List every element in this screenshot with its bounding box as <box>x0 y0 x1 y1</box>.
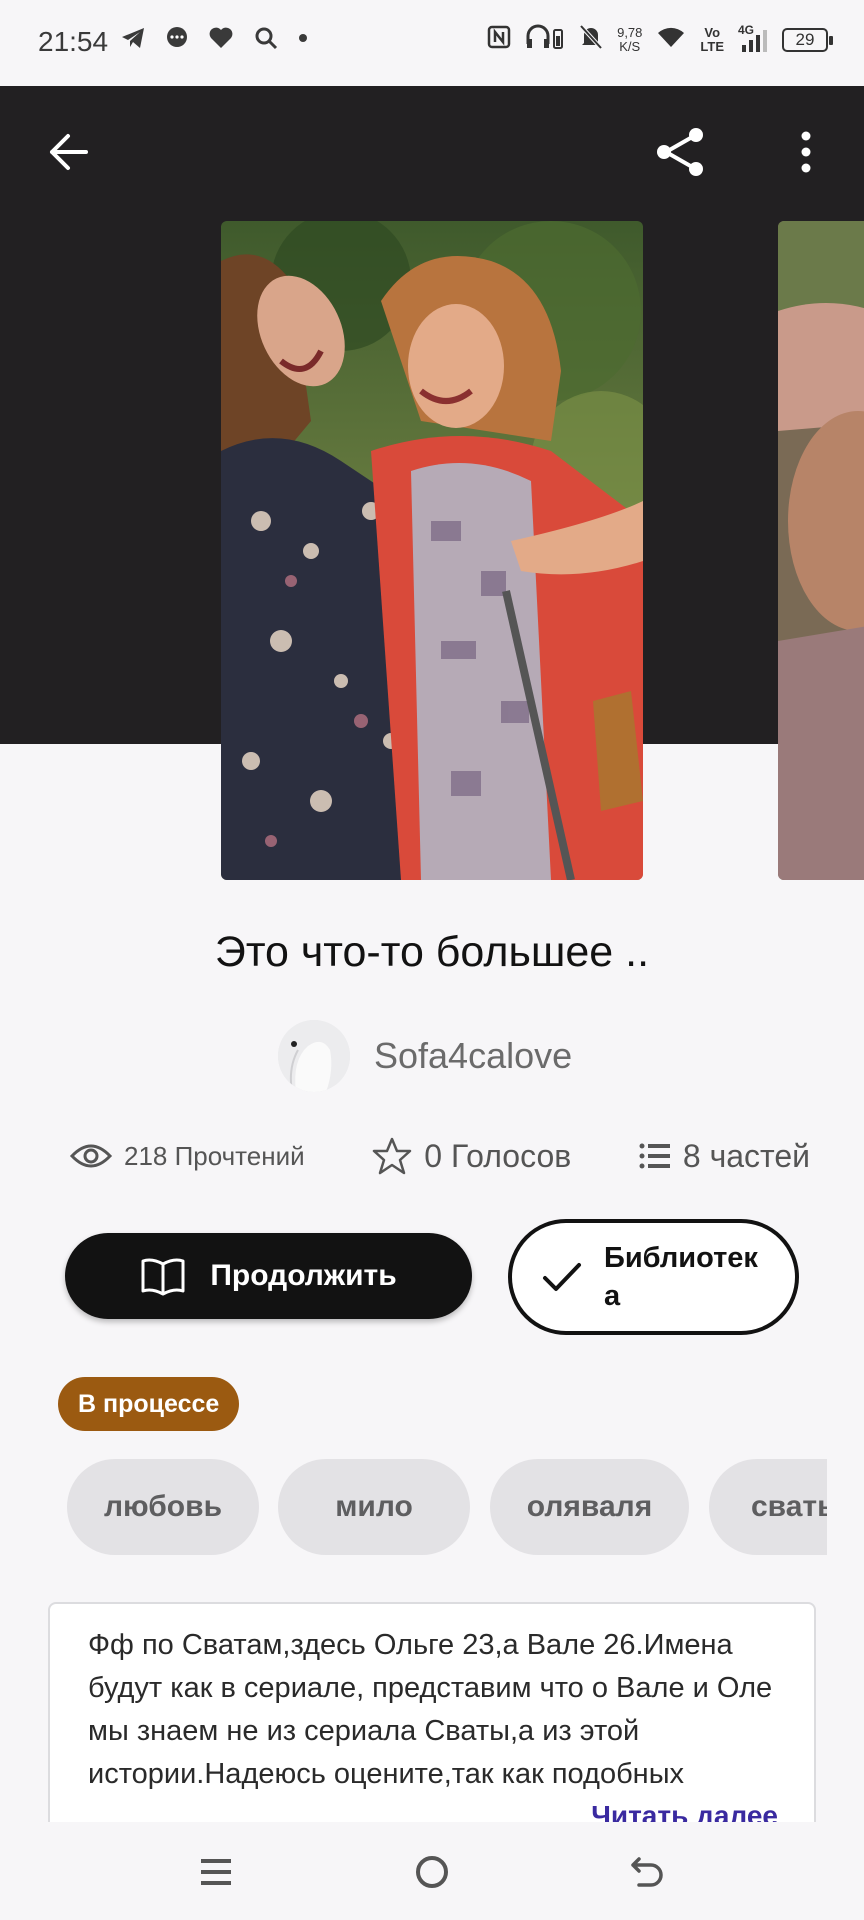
back-nav-button[interactable] <box>618 1842 678 1902</box>
avatar-image <box>278 1020 350 1092</box>
share-icon <box>657 128 703 176</box>
signal-icon: 4G <box>738 23 768 53</box>
arrow-left-icon <box>50 134 88 170</box>
status-system-icons: 9,78 K/S Vo LTE 4G 29 <box>487 23 833 56</box>
telegram-icon <box>120 26 165 56</box>
heart-icon <box>208 26 253 56</box>
more-vertical-icon <box>801 131 811 173</box>
battery-icon: 29 <box>782 28 833 52</box>
volte-top: Vo <box>704 25 721 40</box>
status-badge: В процессе <box>58 1377 240 1431</box>
description-text: Фф по Сватам,здесь Ольге 23,а Вале 26.Им… <box>88 1629 773 1790</box>
eye-icon <box>70 1144 112 1168</box>
votes-stat: 0 Голосов <box>372 1136 571 1176</box>
tags-row: любовь мило оляваля сваты <box>67 1459 827 1555</box>
star-icon <box>373 1137 412 1175</box>
continue-reading-button[interactable]: Продолжить <box>65 1233 472 1319</box>
system-navigation-bar <box>0 1822 864 1920</box>
menu-icon <box>201 1859 231 1885</box>
checkmark-icon <box>543 1263 581 1291</box>
cover-photo-2 <box>778 221 864 880</box>
next-cover-image[interactable] <box>778 221 864 880</box>
votes-count: 0 Голосов <box>424 1137 572 1174</box>
back-arrow-icon <box>631 1857 663 1887</box>
open-book-icon <box>141 1258 185 1296</box>
parts-count: 8 частей <box>682 1137 810 1174</box>
cover-photo <box>221 221 643 880</box>
status-bar: 21:54 9,78 K/S Vo LTE 4G 29 <box>0 0 864 86</box>
story-cover-image[interactable] <box>221 221 643 880</box>
mute-bell-icon <box>579 24 603 56</box>
volte-indicator: Vo LTE <box>700 26 724 54</box>
dot-icon <box>297 26 309 56</box>
status-notification-icons <box>120 26 309 57</box>
description-card: Фф по Сватам,здесь Ольге 23,а Вале 26.Им… <box>48 1602 816 1832</box>
reads-stat: 218 Прочтений <box>70 1141 305 1172</box>
library-label: Библиотека <box>604 1242 758 1312</box>
nfc-icon <box>487 25 511 55</box>
tag-chip[interactable]: любовь <box>67 1459 259 1555</box>
home-circle-icon <box>416 1856 448 1888</box>
list-icon <box>639 1143 670 1169</box>
tag-chip[interactable]: сваты <box>709 1459 827 1555</box>
network-speed: 9,78 K/S <box>617 26 642 54</box>
continue-label: Продолжить <box>210 1259 397 1292</box>
reads-count: 218 Прочтений <box>124 1140 305 1171</box>
parts-stat[interactable]: 8 частей <box>639 1138 810 1175</box>
home-button[interactable] <box>402 1842 462 1902</box>
back-button[interactable] <box>36 120 100 184</box>
volte-bottom: LTE <box>700 39 724 54</box>
tag-chip[interactable]: оляваля <box>490 1459 689 1555</box>
wifi-icon <box>656 25 686 55</box>
search-icon <box>254 26 297 56</box>
network-speed-unit: K/S <box>619 39 641 54</box>
story-title: Это что-то большее .. <box>214 928 650 976</box>
headphones-battery-icon <box>525 24 565 56</box>
status-time: 21:54 <box>38 26 109 57</box>
avatar <box>278 1020 350 1092</box>
chat-icon <box>165 26 208 56</box>
share-button[interactable] <box>648 120 712 184</box>
library-button[interactable]: Библиотека <box>508 1219 799 1335</box>
tag-chip[interactable]: мило <box>278 1459 470 1555</box>
author-name: Sofa4calove <box>374 1035 573 1076</box>
network-speed-value: 9,78 <box>617 25 643 40</box>
more-options-button[interactable] <box>774 120 838 184</box>
recent-apps-button[interactable] <box>186 1842 246 1902</box>
story-stats: 218 Прочтений 0 Голосов 8 частей <box>70 1136 810 1176</box>
author-link[interactable]: Sofa4calove <box>278 1020 572 1092</box>
